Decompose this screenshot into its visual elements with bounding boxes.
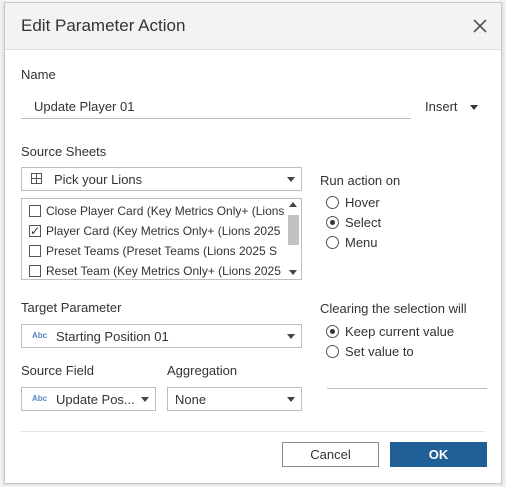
radio-icon — [326, 345, 339, 358]
close-icon[interactable] — [469, 15, 491, 37]
name-label: Name — [21, 67, 56, 82]
scroll-thumb[interactable] — [288, 215, 299, 245]
target-parameter-value: Starting Position 01 — [56, 329, 169, 344]
chevron-down-icon — [287, 334, 295, 339]
source-field-value: Update Pos... — [56, 392, 135, 407]
dialog-titlebar: Edit Parameter Action — [5, 3, 501, 50]
cancel-button[interactable]: Cancel — [282, 442, 379, 467]
sheet-checkbox-checked[interactable]: ✓ — [29, 225, 41, 237]
target-parameter-select[interactable]: Abc Starting Position 01 — [21, 324, 302, 348]
radio-selected-icon — [326, 216, 339, 229]
radio-selected-icon — [326, 325, 339, 338]
source-sheets-select-value: Pick your Lions — [54, 172, 143, 187]
target-parameter-label: Target Parameter — [21, 300, 122, 315]
sheet-item-reset-team[interactable]: Reset Team (Key Metrics Only+ (Lions 202… — [29, 261, 284, 279]
sheet-item-player-card[interactable]: ✓ Player Card (Key Metrics Only+ (Lions … — [29, 221, 284, 241]
sheet-item-label: Close Player Card (Key Metrics Only+ (Li… — [46, 204, 284, 218]
sheet-item-preset-teams[interactable]: Preset Teams (Preset Teams (Lions 2025 S — [29, 241, 284, 261]
grid-icon — [31, 173, 42, 184]
abc-type-icon: Abc — [32, 394, 48, 403]
aggregation-label: Aggregation — [167, 363, 238, 378]
source-sheets-select[interactable]: Pick your Lions — [21, 167, 302, 191]
sheet-item-close-player-card[interactable]: Close Player Card (Key Metrics Only+ (Li… — [29, 201, 284, 221]
chevron-down-icon — [287, 177, 295, 182]
insert-dropdown[interactable]: Insert — [425, 99, 478, 114]
dialog-title: Edit Parameter Action — [21, 16, 186, 35]
edit-parameter-action-dialog: Edit Parameter Action Name Update Player… — [4, 2, 502, 484]
sheet-checkbox[interactable] — [29, 205, 41, 217]
scroll-up-icon[interactable] — [289, 202, 297, 207]
aggregation-value: None — [175, 392, 207, 407]
source-field-label: Source Field — [21, 363, 94, 378]
aggregation-select[interactable]: None — [167, 387, 302, 411]
insert-chevron-down-icon — [469, 105, 478, 111]
source-sheets-list[interactable]: Close Player Card (Key Metrics Only+ (Li… — [21, 198, 302, 280]
insert-label: Insert — [425, 99, 458, 114]
run-on-hover-label: Hover — [345, 195, 380, 210]
footer-divider — [21, 431, 485, 432]
radio-icon — [326, 236, 339, 249]
keep-current-value-label: Keep current value — [345, 324, 455, 339]
name-input[interactable]: Update Player 01 — [21, 95, 411, 119]
clearing-selection-label: Clearing the selection will — [320, 301, 467, 316]
abc-type-icon: Abc — [32, 331, 48, 340]
run-on-select-label: Select — [345, 215, 382, 230]
sheet-item-label: Player Card (Key Metrics Only+ (Lions 20… — [46, 224, 281, 238]
radio-icon — [326, 196, 339, 209]
set-value-to-label: Set value to — [345, 344, 414, 359]
ok-button[interactable]: OK — [390, 442, 487, 467]
chevron-down-icon — [287, 397, 295, 402]
list-scrollbar[interactable] — [285, 199, 301, 279]
scroll-down-icon[interactable] — [289, 270, 297, 275]
chevron-down-icon — [141, 397, 149, 402]
sheet-item-label: Reset Team (Key Metrics Only+ (Lions 202… — [46, 264, 281, 278]
set-value-input[interactable] — [327, 388, 487, 389]
sheet-item-label: Preset Teams (Preset Teams (Lions 2025 S — [46, 244, 277, 258]
sheet-checkbox[interactable] — [29, 245, 41, 257]
source-field-select[interactable]: Abc Update Pos... — [21, 387, 156, 411]
run-action-label: Run action on — [320, 173, 401, 188]
run-on-menu-label: Menu — [345, 235, 378, 250]
source-sheets-label: Source Sheets — [21, 144, 107, 159]
sheet-checkbox[interactable] — [29, 265, 41, 277]
